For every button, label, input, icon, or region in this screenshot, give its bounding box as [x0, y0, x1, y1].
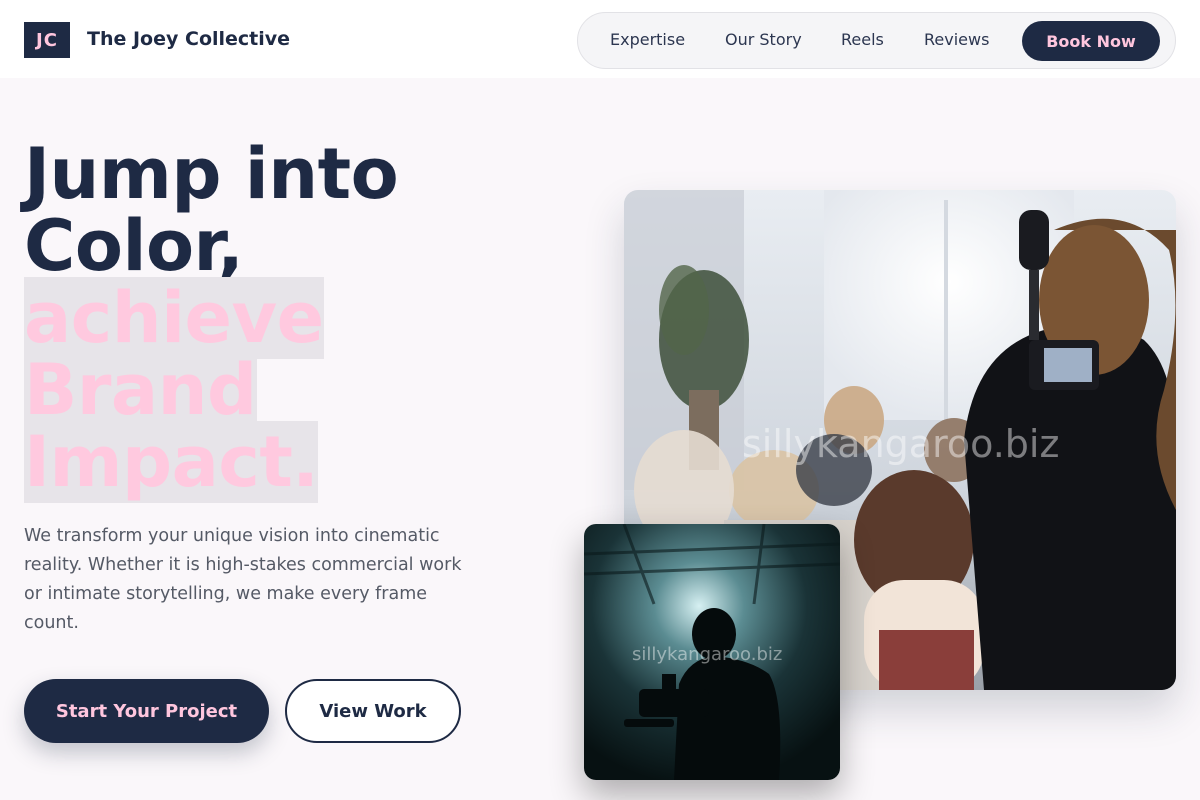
hero-description: We transform your unique vision into cin…	[24, 526, 462, 633]
hero-headline-highlight-2: Brand	[24, 349, 257, 431]
small-photo-watermark: sillykangaroo.biz	[632, 644, 783, 665]
main-photo-watermark: sillykangaroo.biz	[742, 422, 1060, 466]
brand-name[interactable]: The Joey Collective	[87, 28, 290, 50]
view-work-button[interactable]: View Work	[285, 679, 461, 743]
hero-headline-line-1: Jump into	[24, 133, 399, 215]
site-header: JC The Joey Collective Expertise Our Sto…	[0, 0, 1200, 78]
hero-headline-highlight-3: Impact.	[24, 421, 319, 503]
main-nav: Expertise Our Story Reels Reviews Book N…	[577, 12, 1176, 69]
nav-item-reviews[interactable]: Reviews	[924, 30, 989, 49]
nav-item-expertise[interactable]: Expertise	[610, 30, 685, 49]
start-project-button[interactable]: Start Your Project	[24, 679, 269, 743]
book-now-button[interactable]: Book Now	[1022, 21, 1160, 61]
nav-item-our-story[interactable]: Our Story	[725, 30, 802, 49]
nav-item-reels[interactable]: Reels	[841, 30, 884, 49]
secondary-hero-photo: sillykangaroo.biz	[584, 524, 840, 780]
logo-badge[interactable]: JC	[24, 22, 70, 58]
hero-headline-line-2: Color,	[24, 205, 244, 287]
hero-headline-highlight-1: achieve	[24, 277, 324, 359]
